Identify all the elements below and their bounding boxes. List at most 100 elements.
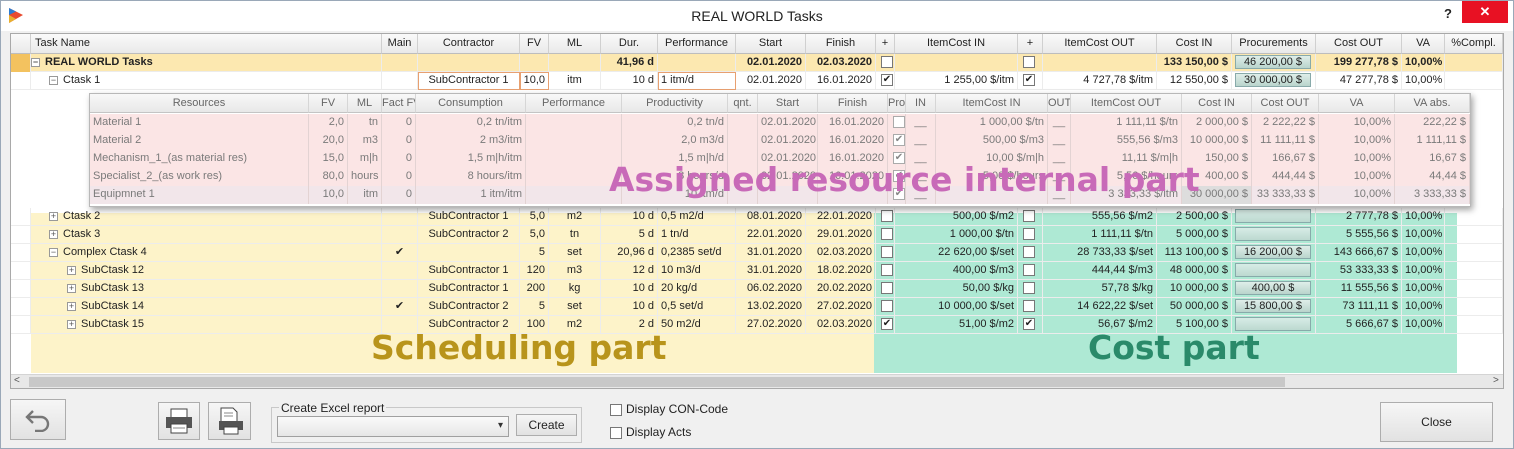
task-grid[interactable]: Task Name Main Contractor FV ML Dur. Performan… [10,33,1504,389]
item-cost-in-checkbox[interactable] [881,282,893,294]
task-dur[interactable]: 10 d [601,280,658,298]
task-perf[interactable]: 0,2385 set/d [658,244,736,262]
close-button[interactable]: Close [1380,402,1493,442]
task-va[interactable]: 10,00% [1402,262,1445,280]
task-costin[interactable]: 2 500,00 $ [1157,208,1232,226]
item-cost-in-checkbox[interactable] [881,228,893,240]
task-dur[interactable]: 10 d [601,298,658,316]
resource-column-itemcost-out[interactable]: ItemCost OUT [1071,94,1182,113]
task-contractor[interactable]: SubContractor 1 [418,262,520,280]
task-finish[interactable]: 16.01.2020 [806,72,876,90]
task-icin[interactable] [895,54,1018,72]
task-finish[interactable]: 02.03.2020 [806,54,876,72]
task-icin[interactable]: 22 620,00 $/set [895,244,1018,262]
task-fv[interactable]: 5,0 [520,226,549,244]
task-pct[interactable] [1445,226,1503,244]
task-icin[interactable]: 1 000,00 $/tn [895,226,1018,244]
item-cost-in-checkbox[interactable]: ✔ [881,318,893,330]
resource-row[interactable]: Material 2 20,0 m3 0 2 m3/itm 2,0 m3/d 02.01.2… [90,132,1470,150]
item-cost-out-checkbox[interactable] [1023,210,1035,222]
task-fv[interactable]: 5 [520,298,549,316]
print-preview-button[interactable] [208,402,251,440]
task-row[interactable]: + Ctask 2 SubContractor 1 5,0 m2 10 d 0,5 m2/d… [11,208,1503,226]
task-costout[interactable]: 5 555,56 $ [1316,226,1402,244]
task-contractor[interactable] [418,54,520,72]
resource-row[interactable]: Material 1 2,0 tn 0 0,2 tn/itm 0,2 tn/d 02.01.… [90,114,1470,132]
task-va[interactable]: 10,00% [1402,72,1445,90]
task-contractor[interactable]: SubContractor 1 [418,208,520,226]
task-row[interactable]: − Complex Ctask 4 ✔ 5 set 20,96 d 0,2385 set/d… [11,244,1503,262]
column-header-cost-out[interactable]: Cost OUT [1316,34,1402,54]
column-header-start[interactable]: Start [736,34,806,54]
expand-toggle-icon[interactable]: − [49,248,58,257]
task-contractor[interactable]: SubContractor 2 [418,226,520,244]
task-start[interactable]: 27.02.2020 [736,316,806,334]
task-costout[interactable]: 2 777,78 $ [1316,208,1402,226]
task-row[interactable]: − Ctask 1 SubContractor 1 10,0 itm 10 d1 itm/… [11,72,1503,90]
task-va[interactable]: 10,00% [1402,280,1445,298]
task-dur[interactable]: 20,96 d [601,244,658,262]
excel-report-select[interactable]: ▾ [277,416,509,437]
task-costin[interactable]: 48 000,00 $ [1157,262,1232,280]
task-fv[interactable]: 200 [520,280,549,298]
resource-column-va-abs[interactable]: VA abs. [1395,94,1470,113]
task-finish[interactable]: 29.01.2020 [806,226,876,244]
task-va[interactable]: 10,00% [1402,226,1445,244]
item-cost-in-checkbox[interactable] [881,300,893,312]
item-cost-out-checkbox[interactable] [1023,300,1035,312]
procurement-value[interactable] [1235,263,1311,277]
task-icout[interactable]: 1 111,11 $/tn [1043,226,1157,244]
task-row[interactable]: + SubCtask 13 SubContractor 1 200 kg 10 d 20 k… [11,280,1503,298]
task-perf[interactable]: 50 m2/d [658,316,736,334]
task-finish[interactable]: 20.02.2020 [806,280,876,298]
task-va[interactable]: 10,00% [1402,244,1445,262]
task-pct[interactable] [1445,244,1503,262]
item-cost-out-checkbox[interactable]: ✔ [1023,318,1035,330]
column-header-ml[interactable]: ML [549,34,601,54]
task-perf[interactable]: 1 itm/d [658,72,736,90]
task-costout[interactable]: 47 277,78 $ [1316,72,1402,90]
task-start[interactable]: 06.02.2020 [736,280,806,298]
item-cost-in-checkbox[interactable] [881,210,893,222]
resource-column-performance[interactable]: Performance [526,94,622,113]
task-pct[interactable] [1445,208,1503,226]
task-costin[interactable]: 50 000,00 $ [1157,298,1232,316]
expand-toggle-icon[interactable]: + [67,302,76,311]
task-costin[interactable]: 10 000,00 $ [1157,280,1232,298]
task-perf[interactable]: 0,5 set/d [658,298,736,316]
task-fv[interactable]: 10,0 [520,72,549,90]
task-perf[interactable]: 20 kg/d [658,280,736,298]
procurement-value[interactable]: 46 200,00 $ [1235,55,1311,69]
horizontal-scrollbar[interactable]: < > [11,374,1503,388]
task-costin[interactable]: 113 100,00 $ [1157,244,1232,262]
task-dur[interactable]: 12 d [601,262,658,280]
resource-column-finish[interactable]: Finish [818,94,888,113]
task-ml[interactable]: kg [549,280,601,298]
task-perf[interactable] [658,54,736,72]
column-header-procurements[interactable]: Procurements [1232,34,1316,54]
column-header-itemcost-in[interactable]: ItemCost IN [895,34,1018,54]
task-va[interactable]: 10,00% [1402,316,1445,334]
resource-column-va[interactable]: VA [1319,94,1395,113]
resource-column-productivity[interactable]: Productivity [622,94,728,113]
task-start[interactable]: 31.01.2020 [736,262,806,280]
column-header-plus-in[interactable]: + [876,34,895,54]
procurement-value[interactable]: 15 800,00 $ [1235,299,1311,313]
item-cost-out-checkbox[interactable] [1023,282,1035,294]
resource-pro-checkbox[interactable] [893,116,905,128]
task-dur[interactable]: 5 d [601,226,658,244]
scroll-right-icon[interactable]: > [1493,375,1499,386]
task-ml[interactable]: m3 [549,262,601,280]
column-header-cost-in[interactable]: Cost IN [1157,34,1232,54]
column-header-performance[interactable]: Performance [658,34,736,54]
resource-column-consumption[interactable]: Consumption [416,94,526,113]
procurement-value[interactable] [1235,227,1311,241]
help-button[interactable]: ? [1437,4,1459,24]
column-header-finish[interactable]: Finish [806,34,876,54]
task-costout[interactable]: 11 555,56 $ [1316,280,1402,298]
task-dur[interactable]: 10 d [601,208,658,226]
task-row[interactable]: + SubCtask 15 SubContractor 2 100 m2 2 d 50 m2… [11,316,1503,334]
task-row[interactable]: + SubCtask 12 SubContractor 1 120 m3 12 d 10 m… [11,262,1503,280]
task-perf[interactable]: 10 m3/d [658,262,736,280]
resource-column-qnt[interactable]: qnt. [728,94,758,113]
